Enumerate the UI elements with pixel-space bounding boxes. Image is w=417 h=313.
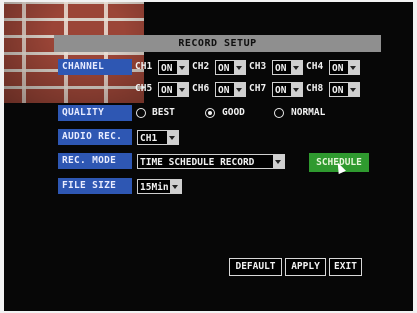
audio-rec-select[interactable]: CH1 xyxy=(137,130,179,145)
ch5-label: CH5 xyxy=(135,83,153,94)
ch3-select[interactable]: ON xyxy=(272,60,303,75)
quality-good-label: GOOD xyxy=(222,107,245,118)
ch4-label: CH4 xyxy=(306,61,324,72)
ch8-select[interactable]: ON xyxy=(329,82,360,97)
ch3-label: CH3 xyxy=(249,61,267,72)
quality-normal-radio[interactable] xyxy=(274,108,284,118)
chevron-down-icon xyxy=(273,155,284,168)
quality-label: QUALITY xyxy=(58,105,132,121)
chevron-down-icon xyxy=(348,61,359,74)
ch5-select[interactable]: ON xyxy=(158,82,189,97)
chevron-down-icon xyxy=(167,131,178,144)
rec-mode-label: REC. MODE xyxy=(58,153,132,169)
ch7-select[interactable]: ON xyxy=(272,82,303,97)
ch8-label: CH8 xyxy=(306,83,324,94)
camera-shade xyxy=(4,2,144,103)
ch6-value: ON xyxy=(218,85,230,96)
ch2-label: CH2 xyxy=(192,61,210,72)
dvr-screen: RECORD SETUP CHANNEL CH1 ON CH2 ON CH3 O… xyxy=(4,2,413,311)
quality-best-radio[interactable] xyxy=(136,108,146,118)
ch2-select[interactable]: ON xyxy=(215,60,246,75)
quality-normal-label: NORMAL xyxy=(291,107,326,118)
exit-button[interactable]: EXIT xyxy=(329,258,362,276)
page-title: RECORD SETUP xyxy=(54,35,381,52)
ch6-select[interactable]: ON xyxy=(215,82,246,97)
ch7-value: ON xyxy=(275,85,287,96)
camera-preview xyxy=(4,2,144,103)
ch4-value: ON xyxy=(332,63,344,74)
ch3-value: ON xyxy=(275,63,287,74)
file-size-select[interactable]: 15Min xyxy=(137,179,182,194)
audio-rec-label: AUDIO REC. xyxy=(58,129,132,145)
ch8-value: ON xyxy=(332,85,344,96)
chevron-down-icon xyxy=(234,83,245,96)
rec-mode-select[interactable]: TIME SCHEDULE RECORD xyxy=(137,154,285,169)
chevron-down-icon xyxy=(177,61,188,74)
chevron-down-icon xyxy=(170,180,181,193)
file-size-value: 15Min xyxy=(140,182,169,193)
chevron-down-icon xyxy=(177,83,188,96)
ch1-value: ON xyxy=(161,63,173,74)
ch1-select[interactable]: ON xyxy=(158,60,189,75)
audio-rec-value: CH1 xyxy=(140,133,158,144)
file-size-label: FILE SIZE xyxy=(58,178,132,194)
chevron-down-icon xyxy=(291,83,302,96)
ch7-label: CH7 xyxy=(249,83,267,94)
rec-mode-value: TIME SCHEDULE RECORD xyxy=(140,157,255,168)
chevron-down-icon xyxy=(291,61,302,74)
ch6-label: CH6 xyxy=(192,83,210,94)
quality-good-radio[interactable] xyxy=(205,108,215,118)
chevron-down-icon xyxy=(234,61,245,74)
apply-button[interactable]: APPLY xyxy=(285,258,326,276)
quality-best-label: BEST xyxy=(152,107,175,118)
chevron-down-icon xyxy=(348,83,359,96)
channel-label: CHANNEL xyxy=(58,59,132,75)
ch1-label: CH1 xyxy=(135,61,153,72)
ch2-value: ON xyxy=(218,63,230,74)
default-button[interactable]: DEFAULT xyxy=(229,258,282,276)
ch5-value: ON xyxy=(161,85,173,96)
ch4-select[interactable]: ON xyxy=(329,60,360,75)
